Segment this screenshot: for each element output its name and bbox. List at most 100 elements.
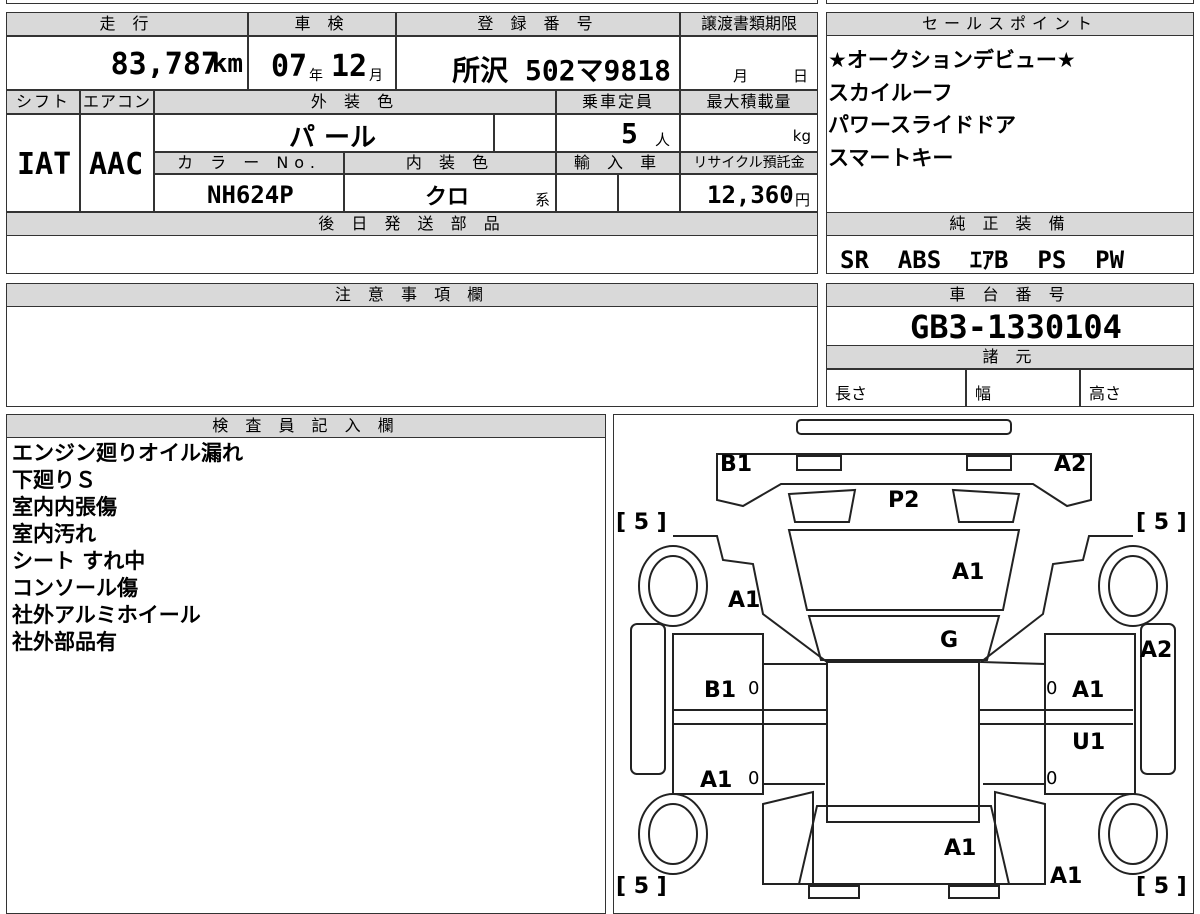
equipment-value: SR ABS ｴｱB PS PW: [840, 246, 1125, 274]
spec-length-cell: 長さ: [826, 369, 966, 407]
zero-mark: 0: [1046, 678, 1058, 699]
inspector-header: 検 査 員 記 入 欄: [6, 414, 606, 438]
exterior-cell: パ ール: [154, 114, 494, 153]
aircon-value: AAC: [89, 147, 144, 182]
mark-a1-hood: A1: [952, 560, 985, 585]
import-cell-b: [618, 174, 680, 212]
zero-mark: 0: [1046, 768, 1058, 789]
tire-fr-rating: [ 5 ]: [1136, 510, 1187, 535]
capacity-header: 乗車定員: [556, 90, 680, 114]
exterior-extra-cell: [494, 114, 556, 152]
registration-value: 所沢 502マ9818: [452, 54, 671, 87]
mark-a1-right-door: A1: [1072, 678, 1105, 703]
cabin-shape: [826, 661, 980, 823]
notes-header: 注 意 事 項 欄: [6, 283, 818, 307]
mark-a1-rear-right: A1: [1050, 864, 1083, 889]
inspection-year: 07: [271, 49, 308, 84]
mileage-cell: 83,787 km: [6, 36, 248, 90]
right-fog-shape: [951, 488, 1021, 523]
capacity-cell: 5 人: [556, 114, 680, 152]
windshield-shape: [807, 615, 1001, 661]
inspector-line: 室内汚れ: [12, 522, 96, 546]
exterior-value: パ ール: [289, 123, 377, 153]
sales-points-header: セールスポイント: [826, 12, 1194, 36]
interior-suffix: 系: [535, 191, 551, 209]
color-no-header: カ ラ ー No.: [154, 152, 344, 174]
aircon-header: エアコン: [80, 90, 154, 114]
spec-width-cell: 幅: [966, 369, 1080, 407]
inspector-line: コンソール傷: [12, 576, 138, 600]
inspector-lines: エンジン廻りオイル漏れ 下廻りＳ 室内内張傷 室内汚れ シート すれ中 コンソー…: [12, 440, 243, 656]
inspector-line: 社外部品有: [12, 630, 117, 654]
shift-value: IAT: [17, 147, 72, 182]
import-header: 輸 入 車: [556, 152, 680, 174]
left-fog-shape: [787, 488, 857, 523]
recycle-cell: 12,360 円: [680, 174, 818, 212]
mileage-header: 走 行: [6, 12, 248, 36]
left-headlight-shape: [796, 455, 842, 471]
inspection-year-unit: 年: [309, 68, 323, 84]
top-edge: [6, 0, 818, 4]
inspector-line: 社外アルミホイール: [12, 603, 201, 627]
inspector-line: 下廻りＳ: [12, 468, 96, 492]
import-cell-a: [556, 174, 618, 212]
mark-a1-roof: A1: [944, 836, 977, 861]
mark-a1-left-rear: A1: [700, 768, 733, 793]
left-rocker-shape: [630, 623, 666, 775]
equipment-header: 純 正 装 備: [826, 212, 1194, 236]
mark-p2: P2: [888, 488, 920, 513]
mark-g: G: [940, 628, 959, 653]
color-no-value: NH624P: [207, 181, 294, 209]
recycle-unit: 円: [795, 191, 811, 209]
max-load-unit: kg: [792, 127, 811, 145]
exterior-header: 外 装 色: [154, 90, 556, 114]
sales-point-item: パワースライドドア: [828, 113, 1016, 137]
recycle-header: リサイクル預託金: [680, 152, 818, 174]
spec-height-label: 高さ: [1089, 384, 1122, 403]
interior-header: 内 装 色: [344, 152, 556, 174]
later-parts-header: 後 日 発 送 部 品: [6, 212, 818, 236]
shift-cell: IAT: [6, 114, 80, 212]
recycle-value: 12,360: [707, 181, 794, 209]
left-body-outline: [673, 535, 828, 785]
tire-rl-rating: [ 5 ]: [616, 874, 667, 899]
top-edge-right: [826, 0, 1194, 4]
right-rear-quarter-shape: [994, 790, 1046, 885]
rear-window-shape: [797, 805, 1011, 885]
color-no-cell: NH624P: [154, 174, 344, 212]
sales-point-item: スマートキー: [828, 145, 954, 170]
aircon-cell: AAC: [80, 114, 154, 212]
inspection-month: 12: [331, 49, 368, 84]
interior-value: クロ: [425, 185, 470, 210]
inspection-month-unit: 月: [369, 68, 383, 84]
tire-rr-rating: [ 5 ]: [1136, 874, 1187, 899]
right-headlight-shape: [966, 455, 1012, 471]
chassis-header: 車 台 番 号: [826, 283, 1194, 307]
car-diagram: [630, 419, 1176, 899]
sales-point-item: スカイルーフ: [828, 80, 953, 105]
spec-length-label: 長さ: [835, 384, 868, 403]
transfer-month-unit: 月: [733, 67, 749, 85]
zero-mark: 0: [748, 768, 760, 789]
rear-light-left-shape: [808, 885, 860, 899]
transfer-cell: 月 日: [680, 36, 818, 90]
sales-points-list: ★オークションデビュー★ スカイルーフ パワースライドドア スマートキー: [828, 44, 1076, 174]
mileage-value: 83,787: [110, 47, 219, 82]
mark-a2-top: A2: [1054, 452, 1087, 477]
inspection-cell: 07 年 12 月: [248, 36, 396, 90]
inspection-header: 車 検: [248, 12, 396, 36]
mileage-unit: km: [211, 49, 243, 79]
shift-header: シフト: [6, 90, 80, 114]
max-load-cell: kg: [680, 114, 818, 152]
mark-b1-top: B1: [720, 452, 753, 477]
max-load-header: 最大積載量: [680, 90, 818, 114]
specs-header: 諸 元: [826, 345, 1194, 369]
mark-u1: U1: [1072, 730, 1106, 755]
inspector-line: エンジン廻りオイル漏れ: [12, 441, 243, 465]
inspector-line: 室内内張傷: [12, 495, 117, 519]
interior-cell: クロ 系: [344, 174, 556, 212]
zero-mark: 0: [748, 678, 760, 699]
chassis-value: GB3-1330104: [910, 308, 1122, 346]
hood-shape: [787, 529, 1021, 611]
spec-height-cell: 高さ: [1080, 369, 1194, 407]
